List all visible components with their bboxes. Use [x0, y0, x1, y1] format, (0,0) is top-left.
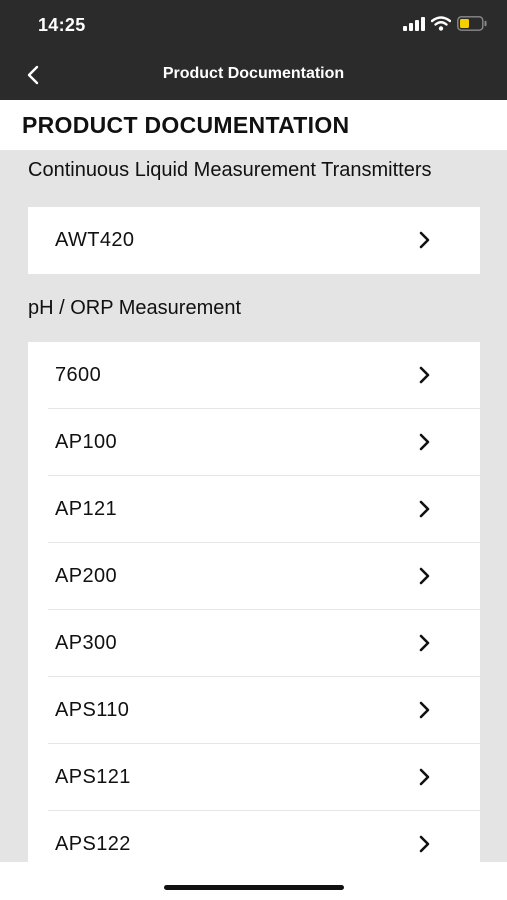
chevron-right-icon [419, 567, 430, 585]
status-time: 14:25 [38, 15, 86, 35]
chevron-right-icon [419, 231, 430, 249]
page-title: PRODUCT DOCUMENTATION [22, 112, 350, 138]
list-item-label: APS110 [55, 699, 130, 721]
status-icons [403, 16, 487, 31]
list-item-7600[interactable]: 7600 [28, 342, 480, 409]
chevron-right-icon [419, 835, 430, 853]
home-indicator[interactable] [164, 885, 344, 890]
page-header: PRODUCT DOCUMENTATION [0, 100, 507, 150]
list-item-ap121[interactable]: AP121 [28, 476, 480, 543]
section-card-ph-orp: 7600 AP100 AP121 AP200 AP300 APS110 APS1… [28, 342, 480, 862]
section-title-ph-orp: pH / ORP Measurement [28, 296, 242, 319]
nav-title: Product Documentation [162, 65, 345, 82]
documentation-list[interactable]: Continuous Liquid Measurement Transmitte… [0, 150, 507, 862]
list-item-aps110[interactable]: APS110 [28, 677, 480, 744]
chevron-right-icon [419, 366, 430, 384]
list-item-label: APS122 [55, 833, 131, 855]
chevron-right-icon [419, 701, 430, 719]
list-item-label: AP200 [55, 565, 118, 587]
list-item-aps121[interactable]: APS121 [28, 744, 480, 811]
status-bar: 14:25 [0, 0, 507, 50]
list-item-awt420[interactable]: AWT420 [28, 207, 480, 274]
chevron-right-icon [419, 634, 430, 652]
list-item-label: AP300 [55, 632, 118, 654]
list-item-ap100[interactable]: AP100 [28, 409, 480, 476]
chevron-right-icon [419, 500, 430, 518]
chevron-right-icon [419, 768, 430, 786]
list-item-label: AWT420 [55, 229, 135, 251]
signal-icon [403, 16, 425, 31]
chevron-right-icon [419, 433, 430, 451]
battery-icon [457, 16, 487, 31]
nav-bar: Product Documentation [0, 50, 507, 100]
wifi-icon [431, 16, 451, 31]
list-item-label: AP121 [55, 498, 118, 520]
list-item-aps122[interactable]: APS122 [28, 811, 480, 862]
list-item-label: AP100 [55, 431, 118, 453]
section-card-continuous-liquid: AWT420 [28, 207, 480, 274]
home-indicator-area [0, 862, 507, 900]
list-item-ap300[interactable]: AP300 [28, 610, 480, 677]
section-title-continuous-liquid: Continuous Liquid Measurement Transmitte… [28, 159, 432, 181]
list-item-label: 7600 [55, 364, 102, 386]
list-item-label: APS121 [55, 766, 131, 788]
list-item-ap200[interactable]: AP200 [28, 543, 480, 610]
